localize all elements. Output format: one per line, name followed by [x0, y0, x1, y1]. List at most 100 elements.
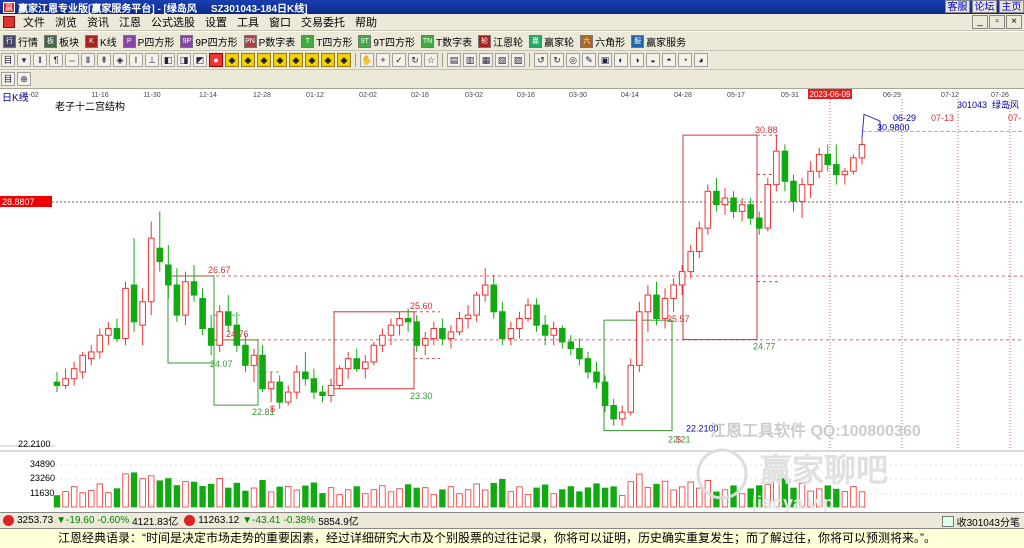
candle-body [713, 190, 720, 206]
draw-tool-icon-26[interactable]: ↻ [408, 53, 422, 67]
draw-tool-icon-15[interactable]: ◆ [241, 53, 255, 67]
draw-tool-icon-40[interactable]: ◐ [614, 53, 628, 67]
menu-settings[interactable]: 设置 [200, 14, 232, 30]
toolbar-item-3[interactable]: P P四方形 [120, 34, 178, 49]
draw-tool-icon-27[interactable]: ☆ [424, 53, 438, 67]
toolbar-item-2[interactable]: K K线 [82, 34, 120, 49]
draw-tool-icon-33[interactable]: ▨ [511, 53, 525, 67]
draw-tool-icon-35[interactable]: ↺ [534, 53, 548, 67]
menu-logo-icon[interactable] [3, 16, 15, 28]
draw-tool-icon-16[interactable]: ◆ [257, 53, 271, 67]
draw-tool-icon-10[interactable]: ◧ [161, 53, 175, 67]
menu-file[interactable]: 文件 [18, 14, 50, 30]
volume-bar [79, 492, 86, 508]
volume-bar [242, 490, 249, 508]
draw-tool-icon-30[interactable]: ▥ [463, 53, 477, 67]
menu-gann[interactable]: 江恩 [114, 14, 146, 30]
zoom-icon[interactable]: ⊕ [17, 72, 31, 86]
service-link[interactable]: 客服 [945, 0, 970, 13]
chart-setting-icon[interactable]: 目 [1, 72, 15, 86]
toolbar-item-label: 9P四方形 [195, 37, 238, 49]
candle-body [601, 381, 609, 406]
gann-annotation: 24.76 [226, 329, 249, 339]
volume-bar [113, 488, 121, 508]
menu-window[interactable]: 窗口 [264, 14, 296, 30]
volume-bar [559, 489, 566, 508]
volume-bar [404, 484, 412, 508]
close-button[interactable]: × [1006, 15, 1022, 29]
volume-bar [439, 489, 446, 508]
draw-tool-icon-17[interactable]: ◆ [273, 53, 287, 67]
toolbar-item-1[interactable]: 板板块 [41, 34, 82, 49]
draw-tool-icon-13[interactable]: ● [209, 53, 223, 67]
toolbar-item-11[interactable]: 六六角形 [577, 34, 628, 49]
draw-tool-icon-0[interactable]: 目 [1, 53, 15, 67]
draw-tool-icon-3[interactable]: ¶ [49, 53, 63, 67]
candle-body [687, 251, 695, 273]
draw-tool-icon-36[interactable]: ↻ [550, 53, 564, 67]
restore-button[interactable]: ▫ [989, 15, 1005, 29]
low-axis-label: 22.2100 [18, 439, 51, 449]
draw-tool-icon-6[interactable]: ⇞ [97, 53, 111, 67]
draw-tool-icon-19[interactable]: ◆ [305, 53, 319, 67]
draw-tool-icon-25[interactable]: ✓ [392, 53, 406, 67]
candle-body [165, 264, 172, 286]
toolbar-item-6[interactable]: T T四方形 [298, 34, 355, 49]
shanghai-index-icon[interactable] [3, 515, 14, 526]
volume-bar [310, 482, 318, 508]
draw-tool-icon-29[interactable]: ▤ [447, 53, 461, 67]
volume-bar [678, 486, 686, 508]
minimize-button[interactable]: _ [972, 15, 988, 29]
toolbar-item-10[interactable]: 赢赢家轮 [526, 34, 577, 49]
draw-tool-icon-8[interactable]: Ⅰ [129, 53, 143, 67]
menu-info[interactable]: 资讯 [82, 14, 114, 30]
draw-tool-icon-7[interactable]: ◈ [113, 53, 127, 67]
toolbar-item-4[interactable]: 9P 9P四方形 [177, 34, 240, 49]
draw-tool-icon-5[interactable]: Ⅱ [81, 53, 95, 67]
menu-help[interactable]: 帮助 [350, 14, 382, 30]
forum-link[interactable]: 论坛 [972, 0, 997, 13]
toolbar-item-8[interactable]: TN T数字表 [418, 34, 475, 49]
shenzhen-index-icon[interactable] [184, 515, 196, 526]
draw-tool-icon-32[interactable]: ▧ [495, 53, 509, 67]
kline-chart[interactable]: 11-02 11-16 11-30 12-14 12-28 01-12 02-02 02-16… [0, 89, 1024, 512]
draw-tool-icon-21[interactable]: ◆ [337, 53, 351, 67]
candle-body [576, 348, 583, 360]
draw-tool-icon-44[interactable]: ◔ [678, 53, 692, 67]
volume-bar [413, 487, 420, 508]
homepage-link[interactable]: 主页 [999, 0, 1024, 13]
draw-tool-icon-18[interactable]: ◆ [289, 53, 303, 67]
toolbar-item-7[interactable]: 9T 9T四方形 [355, 34, 418, 49]
menu-formula-screen[interactable]: 公式选股 [146, 14, 200, 30]
volume-bar [482, 489, 489, 508]
draw-tool-icon-11[interactable]: ◨ [177, 53, 191, 67]
toolbar-item-0[interactable]: 行行情 [0, 34, 41, 49]
record-icon[interactable] [941, 516, 954, 527]
date-tick-label: 12-28 [253, 92, 271, 99]
draw-tool-icon-12[interactable]: ◩ [193, 53, 207, 67]
volume-bar [833, 488, 840, 508]
draw-tool-icon-2[interactable]: ‖ [33, 53, 47, 67]
menu-trade[interactable]: 交易委托 [296, 14, 350, 30]
draw-tool-icon-37[interactable]: ◎ [566, 53, 580, 67]
volume-bar [250, 487, 258, 508]
draw-tool-icon-43[interactable]: ◓ [662, 53, 676, 67]
draw-tool-icon-20[interactable]: ◆ [321, 53, 335, 67]
draw-tool-icon-41[interactable]: ◑ [630, 53, 644, 67]
draw-tool-icon-45[interactable]: ◕ [694, 53, 708, 67]
draw-tool-icon-9[interactable]: ⊥ [145, 53, 159, 67]
draw-tool-icon-4[interactable]: ⇔ [65, 53, 79, 67]
draw-tool-icon-23[interactable]: ✋ [360, 53, 374, 67]
draw-tool-icon-38[interactable]: ✎ [582, 53, 596, 67]
toolbar-item-5[interactable]: PN P数字表 [241, 34, 299, 49]
draw-tool-icon-42[interactable]: ◒ [646, 53, 660, 67]
toolbar-item-12[interactable]: 服赢家服务 [628, 34, 689, 49]
menu-tools[interactable]: 工具 [232, 14, 264, 30]
menu-browse[interactable]: 浏览 [50, 14, 82, 30]
draw-tool-icon-1[interactable]: ▾ [17, 53, 31, 67]
draw-tool-icon-24[interactable]: + [376, 53, 390, 67]
draw-tool-icon-39[interactable]: ▣ [598, 53, 612, 67]
draw-tool-icon-14[interactable]: ◆ [225, 53, 239, 67]
toolbar-item-9[interactable]: 轮江恩轮 [475, 34, 526, 49]
draw-tool-icon-31[interactable]: ▦ [479, 53, 493, 67]
